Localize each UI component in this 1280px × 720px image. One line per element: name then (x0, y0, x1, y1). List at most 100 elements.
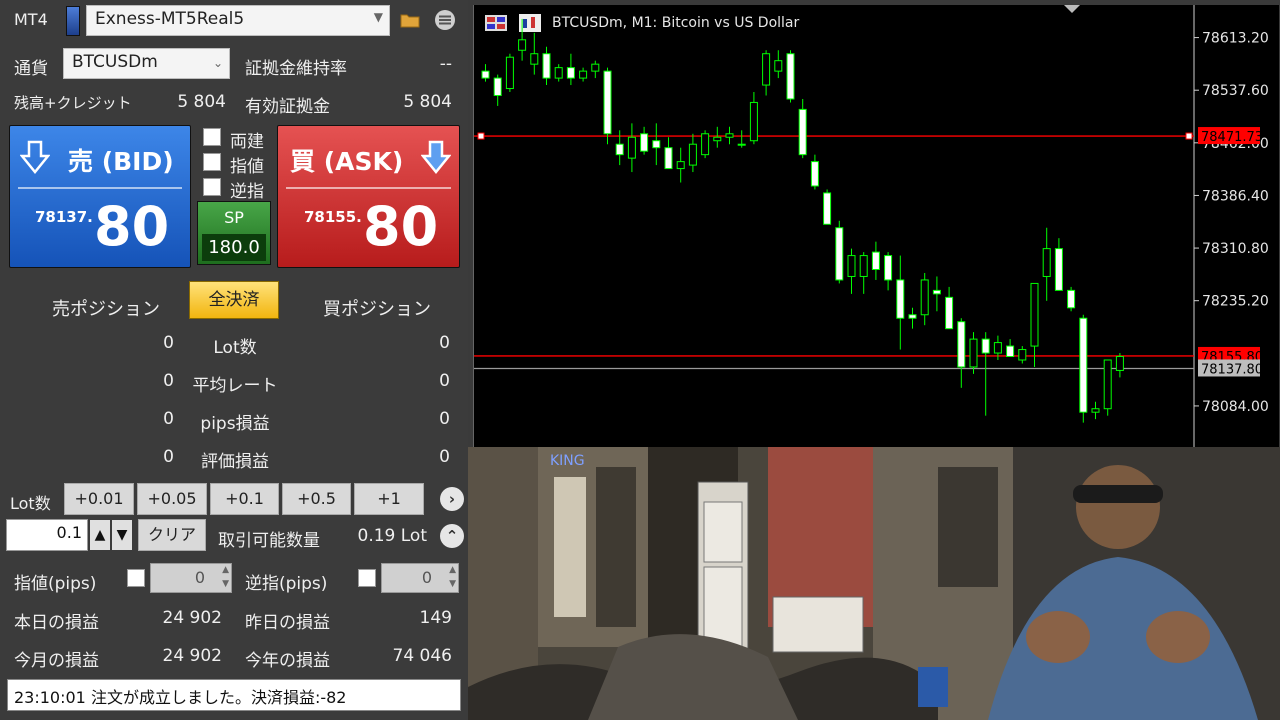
lot-add-0.5-button[interactable]: +0.5 (282, 483, 351, 515)
chevron-right-icon[interactable]: › (440, 487, 464, 511)
lot-add-0.01-button[interactable]: +0.01 (64, 483, 134, 515)
spread-box: SP 180.0 (197, 201, 271, 265)
line-handle (477, 132, 485, 140)
sell-title: 売 (BID) (68, 147, 174, 176)
candle-body (945, 296, 954, 330)
y-tick-label: 78537.60 (1202, 83, 1269, 99)
lot-up-icon[interactable]: ▲ (90, 520, 110, 550)
today-pl-label: 本日の損益 (14, 613, 99, 633)
candle-body (774, 60, 783, 72)
buy-header: 買 (ASK) (278, 126, 459, 184)
balance-value: 5 804 (177, 92, 226, 112)
candle-body (871, 251, 880, 271)
lot-label: Lot数 (10, 494, 51, 513)
folder-icon[interactable] (400, 12, 420, 32)
stepper-down-icon[interactable]: ▼ (222, 579, 229, 589)
candle-body (908, 314, 917, 319)
buy-avg-rate: 0 (439, 371, 450, 391)
price-chart[interactable]: BTCUSDm, M1: Bitcoin vs US Dollar 78613.… (473, 5, 1279, 447)
candle-body (1067, 289, 1076, 309)
sell-avg-rate: 0 (163, 371, 174, 391)
arrow-down-icon (19, 140, 51, 180)
checkbox-hedge[interactable] (203, 128, 221, 146)
spread-label: SP (224, 208, 244, 227)
buy-positions-header: 買ポジション (323, 299, 431, 320)
row-label-pips-pl: pips損益 (200, 414, 270, 434)
checkbox-limit[interactable] (203, 153, 221, 171)
candle-body (542, 53, 551, 79)
buy-price-prefix: 78155. (304, 208, 362, 226)
sell-price-pips: 80 (94, 195, 170, 258)
candle-body (493, 77, 502, 96)
candle-body (530, 53, 539, 65)
lot-add-1-button[interactable]: +1 (354, 483, 424, 515)
tradable-value: 0.19 Lot (357, 526, 428, 546)
stepper-down-icon[interactable]: ▼ (449, 579, 456, 589)
y-tick-label: 78613.20 (1202, 31, 1269, 47)
buy-button[interactable]: 買 (ASK) 78155. 80 (277, 125, 460, 268)
candle-body (566, 67, 575, 79)
sell-unrealized-pl: 0 (163, 447, 174, 467)
row-label-avg-rate: 平均レート (192, 376, 278, 396)
y-tick-label: 78310.80 (1202, 241, 1269, 257)
buy-price-pips: 80 (363, 195, 439, 258)
stop-stepper[interactable]: 0 ▲ ▼ (381, 563, 459, 593)
checkbox-stop[interactable] (203, 178, 221, 196)
candle-body (786, 53, 795, 100)
account-name: Exness-MT5Real5 (95, 9, 245, 29)
lot-down-icon[interactable]: ▼ (112, 520, 132, 550)
row-label-unrealized-pl: 評価損益 (201, 452, 269, 472)
symbol-select[interactable]: BTCUSDm ⌄ (63, 48, 230, 79)
stepper-up-icon[interactable]: ▲ (449, 565, 456, 575)
sell-header: 売 (BID) (10, 126, 190, 184)
candle-body (664, 147, 673, 170)
margin-level-label: 証拠金維持率 (245, 59, 347, 79)
sell-price-prefix: 78137. (35, 208, 93, 226)
candle-body (737, 143, 746, 146)
limit-stepper[interactable]: 0 ▲ ▼ (150, 563, 232, 593)
limit-checkbox[interactable] (127, 569, 145, 587)
sign-text: KING (550, 453, 585, 469)
sell-pips-pl: 0 (163, 409, 174, 429)
stepper-up-icon[interactable]: ▲ (222, 565, 229, 575)
candle-body (505, 56, 514, 90)
limit-label: 指値(pips) (14, 574, 97, 594)
candle-body (701, 133, 710, 156)
candle-body (591, 63, 600, 72)
clear-button[interactable]: クリア (138, 519, 206, 551)
option-label: 指値 (230, 157, 264, 177)
chevron-up-icon[interactable]: ⌃ (440, 524, 464, 548)
candle-body (640, 133, 649, 152)
stop-checkbox[interactable] (358, 569, 376, 587)
stop-label: 逆指(pips) (245, 574, 328, 594)
candle-body (627, 136, 636, 159)
y-tick-label: 78386.40 (1202, 188, 1269, 204)
yesterday-pl-value: 149 (419, 608, 452, 628)
menu-icon[interactable] (434, 9, 456, 35)
candle-body (518, 39, 527, 51)
divider (18, 187, 182, 189)
lot-input[interactable]: 0.1 (6, 519, 88, 551)
candle-body (1006, 345, 1015, 358)
candle-body (896, 279, 905, 319)
bid-line-label: 78137.80 (1201, 362, 1263, 377)
close-all-button[interactable]: 全決済 (189, 281, 279, 319)
candle-body (481, 70, 490, 79)
candle-body (1042, 248, 1051, 277)
buy-lot: 0 (439, 333, 450, 353)
month-pl-label: 今月の損益 (14, 651, 99, 671)
candle-body (847, 255, 856, 277)
margin-level-value: -- (439, 54, 452, 74)
account-select[interactable]: Exness-MT5Real5 ▼ (86, 5, 390, 36)
lot-add-0.05-button[interactable]: +0.05 (137, 483, 207, 515)
platform-label: MT4 (14, 10, 48, 29)
candle-body (993, 342, 1002, 354)
chart-canvas: 78613.2078537.6078462.0078386.4078310.80… (474, 5, 1269, 447)
year-pl-value: 74 046 (392, 646, 452, 666)
sell-lot: 0 (163, 333, 174, 353)
candle-body (1054, 248, 1063, 291)
lot-add-0.1-button[interactable]: +0.1 (210, 483, 279, 515)
line-upper-label: 78471.73 (1201, 130, 1263, 145)
year-pl-label: 今年の損益 (245, 651, 330, 671)
sell-button[interactable]: 売 (BID) 78137. 80 (9, 125, 191, 268)
